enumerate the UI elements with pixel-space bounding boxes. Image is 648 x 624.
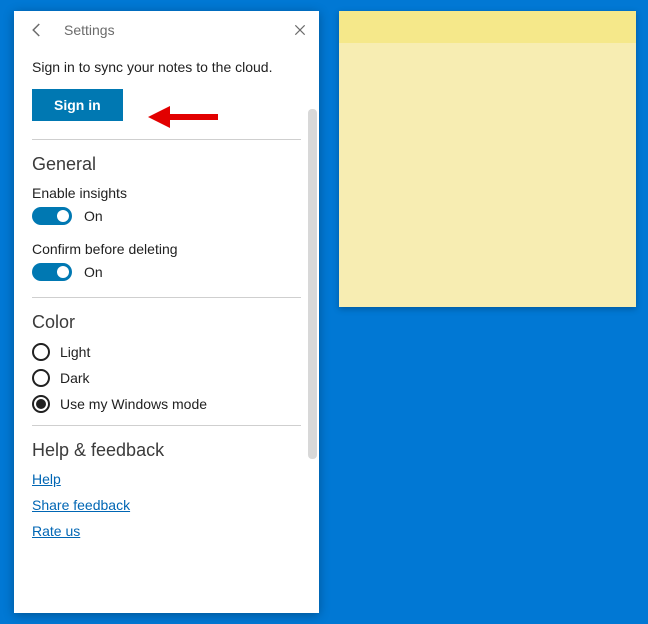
insights-state: On [84, 208, 103, 224]
settings-body: Sign in to sync your notes to the cloud.… [14, 47, 319, 613]
color-light[interactable]: Light [32, 343, 301, 361]
close-icon[interactable] [293, 23, 307, 37]
rate-us-link[interactable]: Rate us [32, 523, 301, 539]
divider [32, 425, 301, 426]
insights-toggle[interactable] [32, 207, 72, 225]
titlebar: Settings [14, 11, 319, 47]
sync-description: Sign in to sync your notes to the cloud. [32, 59, 301, 75]
section-general-title: General [32, 154, 301, 175]
confirm-label: Confirm before deleting [32, 241, 301, 257]
signin-button[interactable]: Sign in [32, 89, 123, 121]
divider [32, 139, 301, 140]
scrollbar[interactable] [308, 109, 317, 459]
color-windows[interactable]: Use my Windows mode [32, 395, 301, 413]
sticky-note-window[interactable] [339, 11, 636, 307]
insights-label: Enable insights [32, 185, 301, 201]
help-link[interactable]: Help [32, 471, 301, 487]
window-title: Settings [64, 22, 293, 38]
settings-window: Settings Sign in to sync your notes to t… [14, 11, 319, 613]
radio-icon [32, 395, 50, 413]
back-icon[interactable] [28, 21, 46, 39]
confirm-toggle[interactable] [32, 263, 72, 281]
color-light-label: Light [60, 344, 90, 360]
radio-icon [32, 369, 50, 387]
color-dark[interactable]: Dark [32, 369, 301, 387]
divider [32, 297, 301, 298]
color-dark-label: Dark [60, 370, 90, 386]
radio-icon [32, 343, 50, 361]
confirm-toggle-row: On [32, 263, 301, 281]
sticky-note-header[interactable] [339, 11, 636, 43]
confirm-state: On [84, 264, 103, 280]
section-help-title: Help & feedback [32, 440, 301, 461]
color-windows-label: Use my Windows mode [60, 396, 207, 412]
share-feedback-link[interactable]: Share feedback [32, 497, 301, 513]
section-color-title: Color [32, 312, 301, 333]
insights-toggle-row: On [32, 207, 301, 225]
